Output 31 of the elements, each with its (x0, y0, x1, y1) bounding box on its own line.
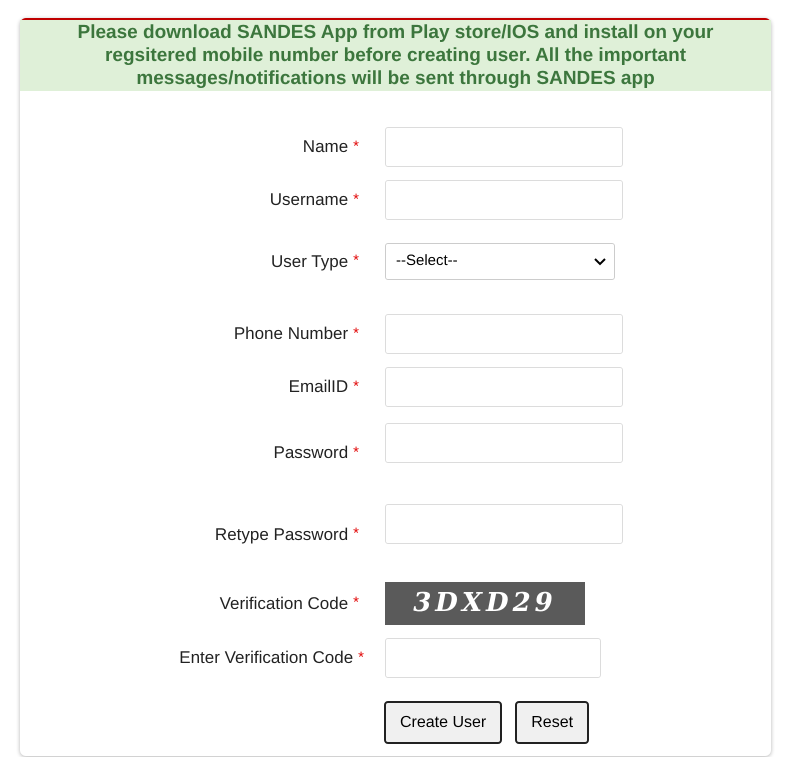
required-mark: * (353, 190, 359, 210)
field-label: Enter Verification Code (179, 647, 354, 670)
text-field[interactable] (385, 367, 623, 407)
text-field[interactable] (385, 422, 623, 463)
user-type-select[interactable]: --Select-- (385, 243, 615, 280)
field-label: Retype Password (214, 524, 348, 546)
required-mark: * (353, 136, 359, 157)
field-label: Name (302, 136, 348, 158)
form-button[interactable]: Create User (384, 701, 502, 744)
captcha-image: 3DXD29 (385, 582, 585, 625)
required-mark: * (353, 324, 359, 344)
field-label: Password (274, 442, 348, 464)
text-field[interactable] (385, 127, 623, 167)
required-mark: * (353, 376, 359, 397)
chevron-down-icon (594, 258, 606, 266)
required-mark: * (353, 442, 359, 462)
text-field[interactable] (385, 180, 623, 220)
field-label: Username (270, 189, 348, 212)
field-label: Verification Code (220, 592, 348, 615)
required-mark: * (353, 524, 359, 544)
text-field[interactable] (385, 314, 623, 354)
field-label: Phone Number (234, 323, 348, 346)
field-label: EmailID (288, 376, 348, 398)
text-field[interactable] (385, 638, 601, 678)
notice-banner: Please download SANDES App from Play store/IOS and install on your regsitered mobile number before creating user. All the important messages/notifications will be sent through SANDES app (20, 20, 771, 91)
required-mark: * (353, 593, 359, 614)
form-button[interactable]: Reset (515, 701, 590, 744)
field-label: User Type (270, 250, 348, 273)
required-mark: * (353, 251, 359, 272)
text-field[interactable] (385, 504, 623, 544)
required-mark: * (358, 648, 364, 668)
